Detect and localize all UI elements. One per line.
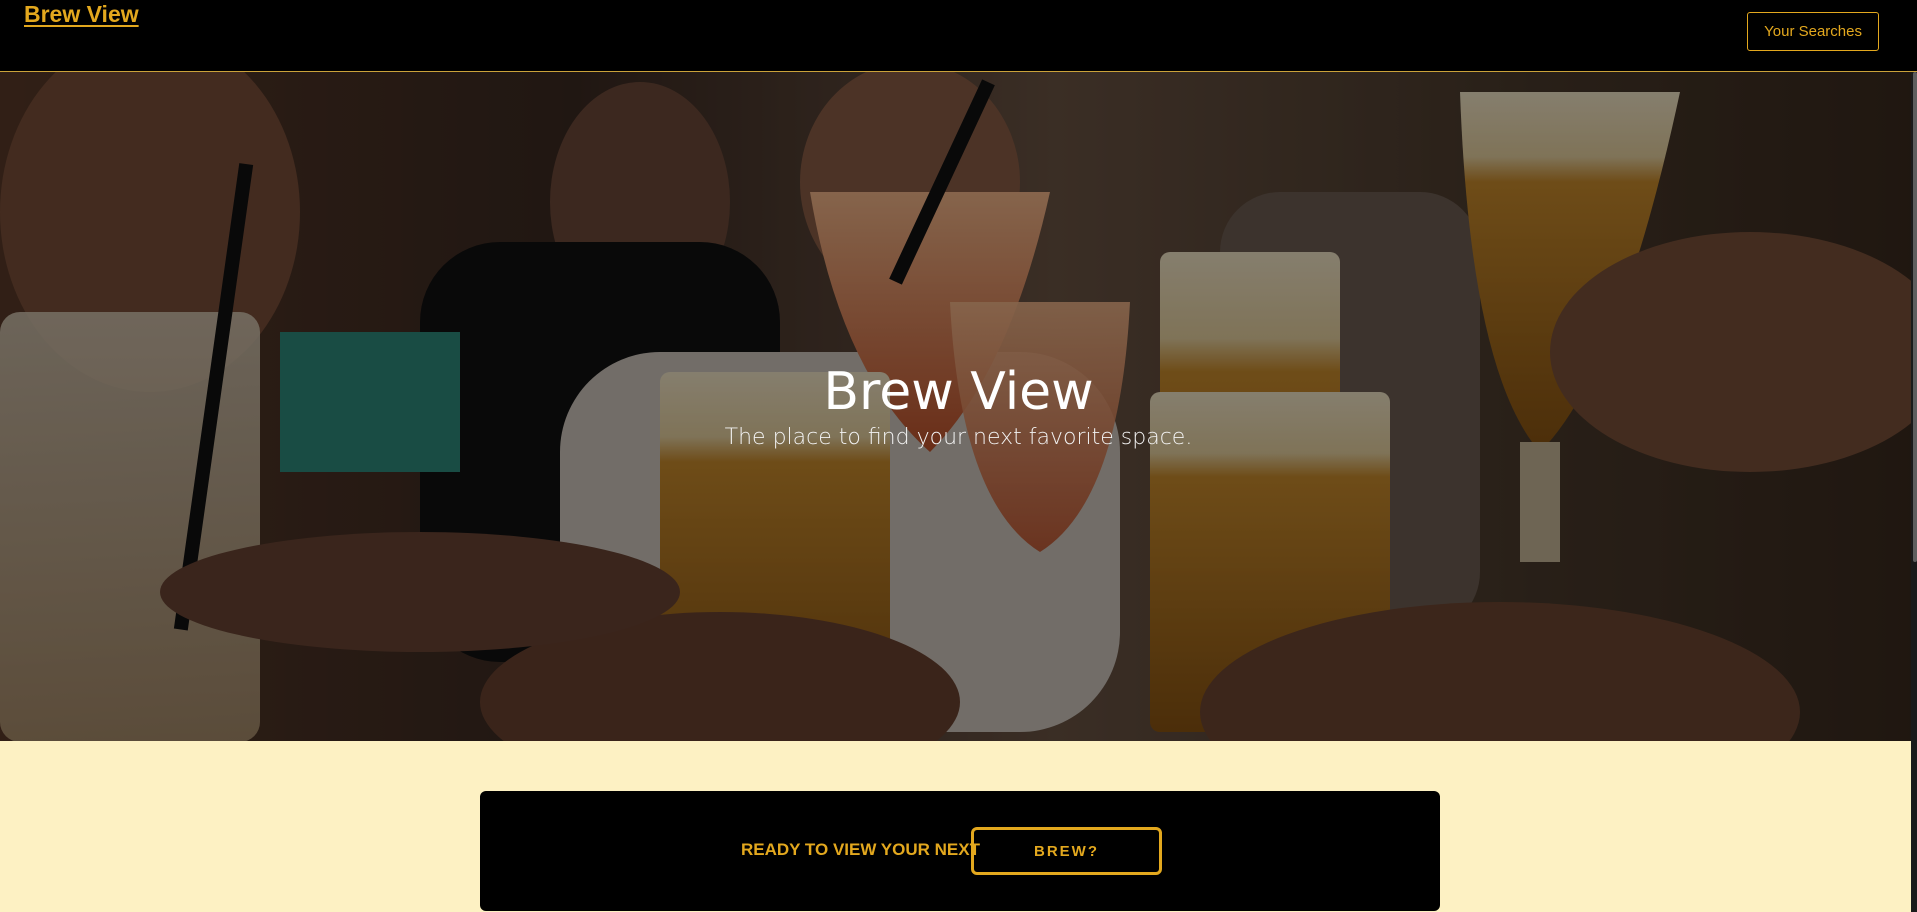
top-navbar: Brew View Your Searches [0,0,1917,72]
hero-title: Brew View [823,362,1094,422]
hero-subtitle: The place to find your next favorite spa… [724,425,1193,450]
hero-banner: Brew View The place to find your next fa… [0,72,1917,741]
page-scrollbar-thumb[interactable] [1913,72,1917,562]
your-searches-button[interactable]: Your Searches [1747,12,1879,51]
cta-panel: READY TO VIEW YOUR NEXT BREW? [480,791,1440,911]
cta-text: READY TO VIEW YOUR NEXT [741,840,980,859]
brand-link[interactable]: Brew View [24,0,139,28]
brew-button[interactable]: BREW? [971,827,1162,875]
